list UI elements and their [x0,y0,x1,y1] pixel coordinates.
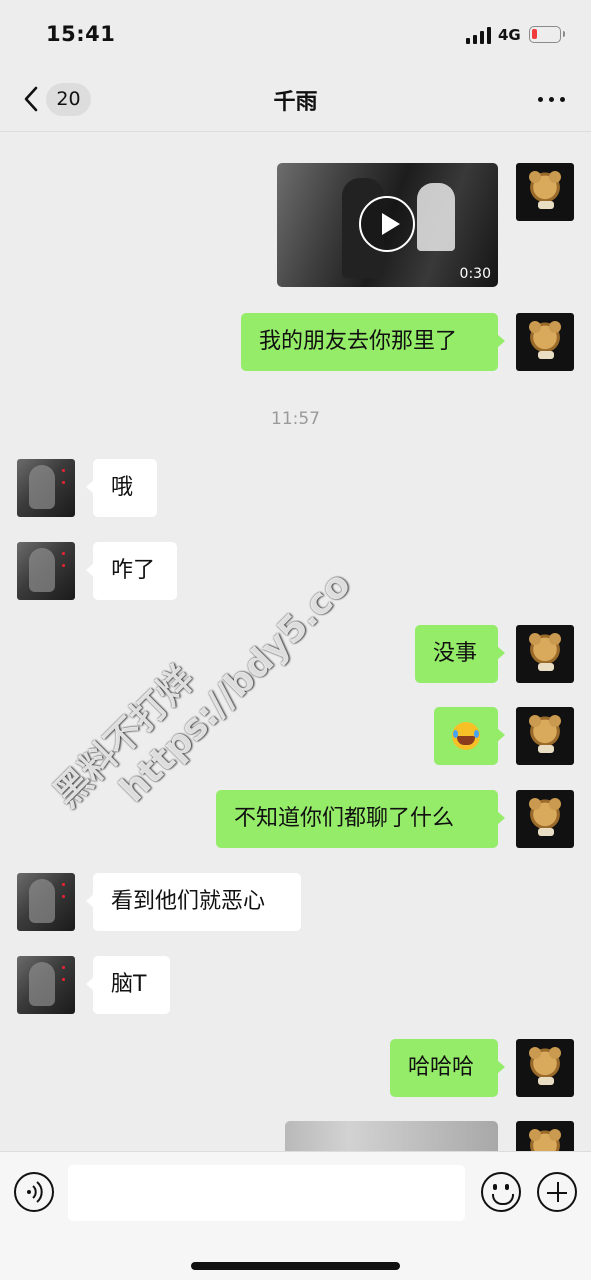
play-icon[interactable] [359,196,415,252]
message-bubble[interactable]: 看到他们就恶心 [86,873,301,931]
contact-avatar[interactable] [17,873,75,931]
message-bubble[interactable]: 没事 [415,625,505,683]
message-list[interactable]: 0:30 我的朋友去你那里了 11:57 哦 咋了 没事 不知道你们都聊了什么 … [0,133,591,1151]
time-divider: 11:57 [271,409,320,429]
message-bubble[interactable]: 脑T [86,956,170,1014]
contact-avatar[interactable] [17,459,75,517]
more-options-button[interactable] [532,86,572,112]
status-bar: 15:41 4G [0,0,591,66]
chat-header: 20 千雨 [0,66,591,132]
emoji-message-bubble[interactable] [434,707,505,765]
message-input[interactable] [68,1165,465,1221]
my-avatar[interactable] [516,707,574,765]
message-bubble[interactable]: 咋了 [86,542,177,600]
more-actions-button[interactable] [537,1172,577,1212]
my-avatar[interactable] [516,625,574,683]
network-type: 4G [498,26,521,44]
message-bubble[interactable]: 哦 [86,459,157,517]
emoji-button[interactable] [481,1172,521,1212]
battery-icon [529,26,565,43]
voice-icon [27,1181,43,1203]
status-time: 15:41 [46,22,116,46]
video-message[interactable]: 0:30 [277,163,498,287]
message-bubble[interactable]: 哈哈哈 [390,1039,505,1097]
message-bubble[interactable]: 不知道你们都聊了什么 [216,790,505,848]
voice-input-button[interactable] [14,1172,54,1212]
image-message[interactable] [285,1121,498,1151]
contact-avatar[interactable] [17,956,75,1014]
video-duration: 0:30 [459,266,491,282]
my-avatar[interactable] [516,1039,574,1097]
signal-icon [466,27,492,44]
input-bar [0,1151,591,1280]
my-avatar[interactable] [516,1121,574,1151]
message-bubble[interactable]: 我的朋友去你那里了 [241,313,505,371]
laughing-crying-emoji-icon [452,722,480,750]
chat-title[interactable]: 千雨 [0,84,591,116]
my-avatar[interactable] [516,313,574,371]
my-avatar[interactable] [516,790,574,848]
contact-avatar[interactable] [17,542,75,600]
my-avatar[interactable] [516,163,574,221]
home-indicator [191,1262,400,1270]
